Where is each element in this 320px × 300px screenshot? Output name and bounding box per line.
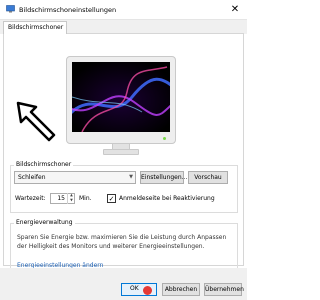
spin-arrows-icon[interactable]: ▲ ▼ bbox=[67, 193, 75, 204]
tab-bildschirmschoner[interactable]: Bildschirmschoner bbox=[3, 21, 67, 34]
monitor-stand-base bbox=[103, 149, 139, 155]
dropdown-chevron-icon[interactable]: ▼ bbox=[126, 171, 136, 184]
energy-group-label: Energieverwaltung bbox=[14, 219, 75, 226]
pointer-arrow-icon bbox=[16, 101, 56, 142]
preview-screen bbox=[72, 62, 170, 132]
ok-label: OK bbox=[130, 285, 139, 292]
screensaver-group-label: Bildschirmschoner bbox=[14, 161, 74, 168]
window-title: Bildschirmschoneinstellungen bbox=[19, 6, 117, 14]
checkmark-icon[interactable]: ✓ bbox=[107, 194, 116, 203]
screensaver-select[interactable]: Schleifen bbox=[14, 171, 136, 184]
power-led bbox=[163, 137, 166, 140]
screensaver-window-icon bbox=[6, 5, 15, 13]
energy-description: Sparen Sie Energie bzw. maximieren Sie d… bbox=[17, 234, 227, 250]
ribbons-preview-image bbox=[72, 62, 170, 132]
wait-label: Wartezeit: bbox=[15, 195, 46, 202]
resume-label: Anmeldeseite bei Reaktivierung bbox=[119, 195, 215, 202]
wait-unit-label: Min. bbox=[79, 195, 92, 202]
cursor-dot-icon bbox=[143, 286, 152, 295]
apply-button[interactable]: Übernehmen bbox=[204, 283, 244, 296]
cancel-button[interactable]: Abbrechen bbox=[162, 283, 200, 296]
preview-button[interactable]: Vorschau bbox=[188, 171, 228, 184]
settings-button[interactable]: Einstellungen... bbox=[140, 171, 187, 184]
close-icon[interactable]: ✕ bbox=[228, 3, 242, 16]
